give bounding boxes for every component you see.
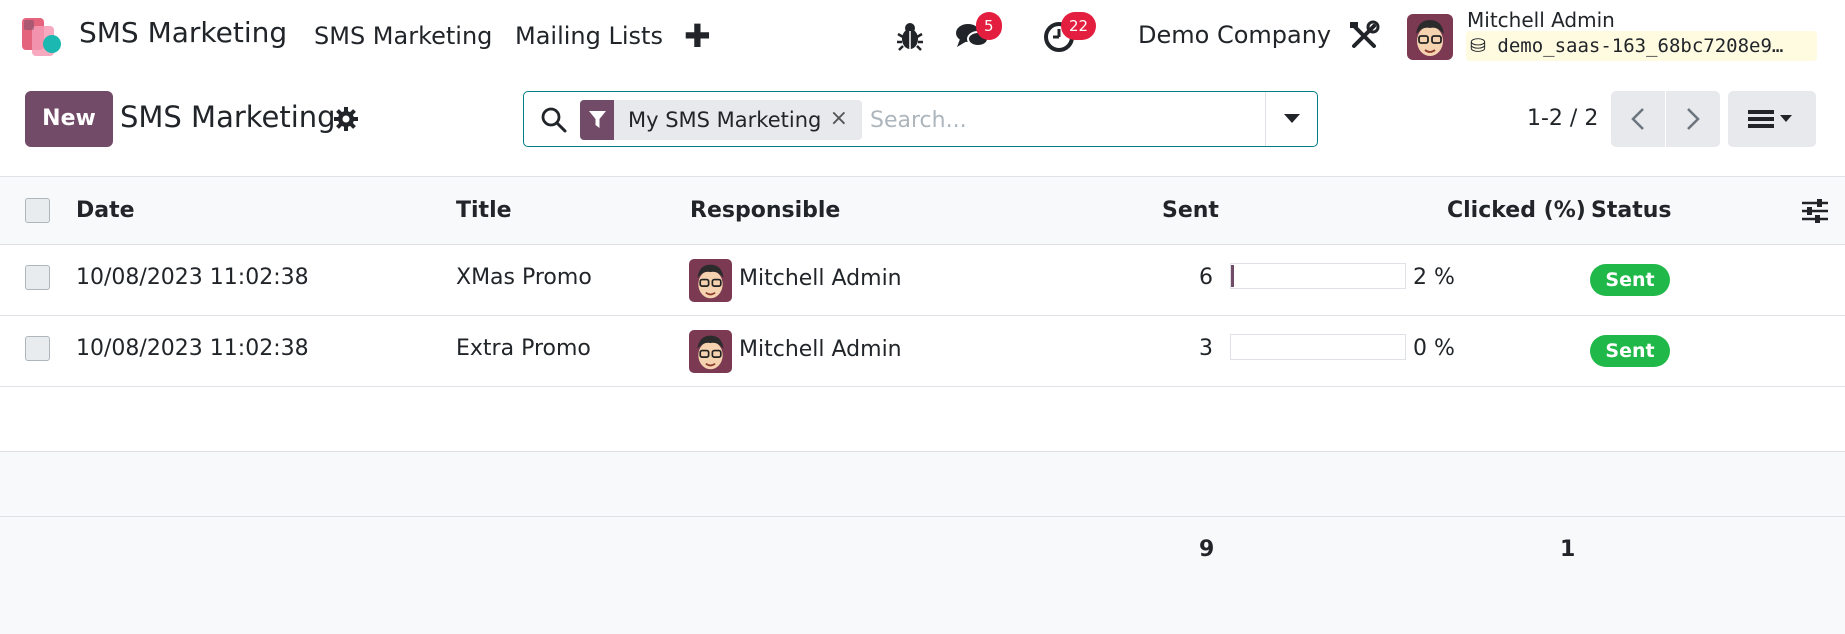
facet-label: My SMS Marketing <box>628 108 822 132</box>
row-clicked: 0 % <box>1413 336 1455 361</box>
avatar[interactable] <box>689 259 732 302</box>
settings-tools-icon[interactable] <box>1346 18 1382 54</box>
select-all-checkbox[interactable] <box>25 198 50 223</box>
view-switcher-button[interactable] <box>1728 91 1816 147</box>
status-badge: Sent <box>1590 264 1670 296</box>
search-bar: My SMS Marketing × <box>523 91 1318 147</box>
activities-button[interactable]: 22 <box>1042 12 1097 54</box>
chevron-left-icon <box>1631 108 1644 130</box>
column-header-sent[interactable]: Sent <box>1162 198 1219 223</box>
pager-previous-button[interactable] <box>1611 91 1665 147</box>
database-badge: ⛁ demo_saas-163_68bc7208e9… <box>1466 31 1817 61</box>
table-row[interactable]: 10/08/2023 11:02:38 Extra Promo Mitchell… <box>0 316 1845 387</box>
company-switcher[interactable]: Demo Company <box>1138 21 1331 49</box>
table-row[interactable]: 10/08/2023 11:02:38 XMas Promo Mitchell … <box>0 245 1845 316</box>
avatar[interactable] <box>689 330 732 373</box>
row-clicked: 2 % <box>1413 265 1455 290</box>
messages-button[interactable]: 5 <box>954 12 1002 54</box>
empty-row <box>0 387 1845 452</box>
app-logo-icon[interactable] <box>20 16 64 58</box>
status-badge: Sent <box>1590 335 1670 367</box>
row-responsible: Mitchell Admin <box>739 266 902 291</box>
search-options-toggle[interactable] <box>1265 92 1317 146</box>
search-facet: My SMS Marketing × <box>580 100 862 140</box>
total-clicked: 1 <box>1560 537 1576 562</box>
user-name[interactable]: Mitchell Admin <box>1467 8 1615 32</box>
add-menu-icon[interactable]: ✚ <box>684 17 711 55</box>
app-name[interactable]: SMS Marketing <box>79 16 287 49</box>
gear-icon[interactable] <box>333 106 359 132</box>
chevron-right-icon <box>1687 108 1700 130</box>
row-responsible: Mitchell Admin <box>739 337 902 362</box>
facet-remove-icon[interactable]: × <box>830 106 848 131</box>
row-title: Extra Promo <box>456 336 591 361</box>
debug-bug-icon[interactable] <box>892 18 928 54</box>
database-name: demo_saas-163_68bc7208e9… <box>1497 35 1784 57</box>
optional-columns-icon[interactable] <box>1801 198 1829 224</box>
page-title: SMS Marketing <box>120 100 336 134</box>
pager-next-button[interactable] <box>1666 91 1720 147</box>
menu-sms-marketing[interactable]: SMS Marketing <box>314 22 492 50</box>
list-view-icon <box>1748 110 1792 128</box>
database-icon: ⛁ <box>1470 35 1486 57</box>
row-checkbox[interactable] <box>25 265 50 290</box>
column-header-status[interactable]: Status <box>1591 198 1671 223</box>
search-input[interactable] <box>870 104 1250 136</box>
clicked-progress-bar <box>1230 263 1406 289</box>
messages-count-badge: 5 <box>976 12 1002 40</box>
column-header-date[interactable]: Date <box>76 198 135 223</box>
activities-count-badge: 22 <box>1061 12 1097 40</box>
column-header-clicked[interactable]: Clicked (%) <box>1447 198 1586 223</box>
row-title: XMas Promo <box>456 265 592 290</box>
row-date: 10/08/2023 11:02:38 <box>76 265 309 290</box>
new-button[interactable]: New <box>25 91 113 147</box>
list-footer-totals: 9 1 <box>0 517 1845 634</box>
list-header: Date Title Responsible Sent Clicked (%) … <box>0 176 1845 245</box>
clicked-progress-fill <box>1231 265 1235 287</box>
filter-icon <box>580 100 614 140</box>
empty-row <box>0 452 1845 517</box>
user-avatar[interactable] <box>1407 14 1453 60</box>
row-sent: 3 <box>1199 336 1213 361</box>
row-date: 10/08/2023 11:02:38 <box>76 336 309 361</box>
search-icon[interactable] <box>540 106 568 134</box>
menu-mailing-lists[interactable]: Mailing Lists <box>515 22 663 50</box>
row-checkbox[interactable] <box>25 336 50 361</box>
row-sent: 6 <box>1199 265 1213 290</box>
clicked-progress-bar <box>1230 334 1406 360</box>
total-sent: 9 <box>1199 537 1215 562</box>
main-navbar: SMS Marketing SMS Marketing Mailing List… <box>0 0 1845 74</box>
column-header-responsible[interactable]: Responsible <box>690 198 840 223</box>
pager-value[interactable]: 1-2 / 2 <box>1527 106 1598 131</box>
column-header-title[interactable]: Title <box>456 198 512 223</box>
